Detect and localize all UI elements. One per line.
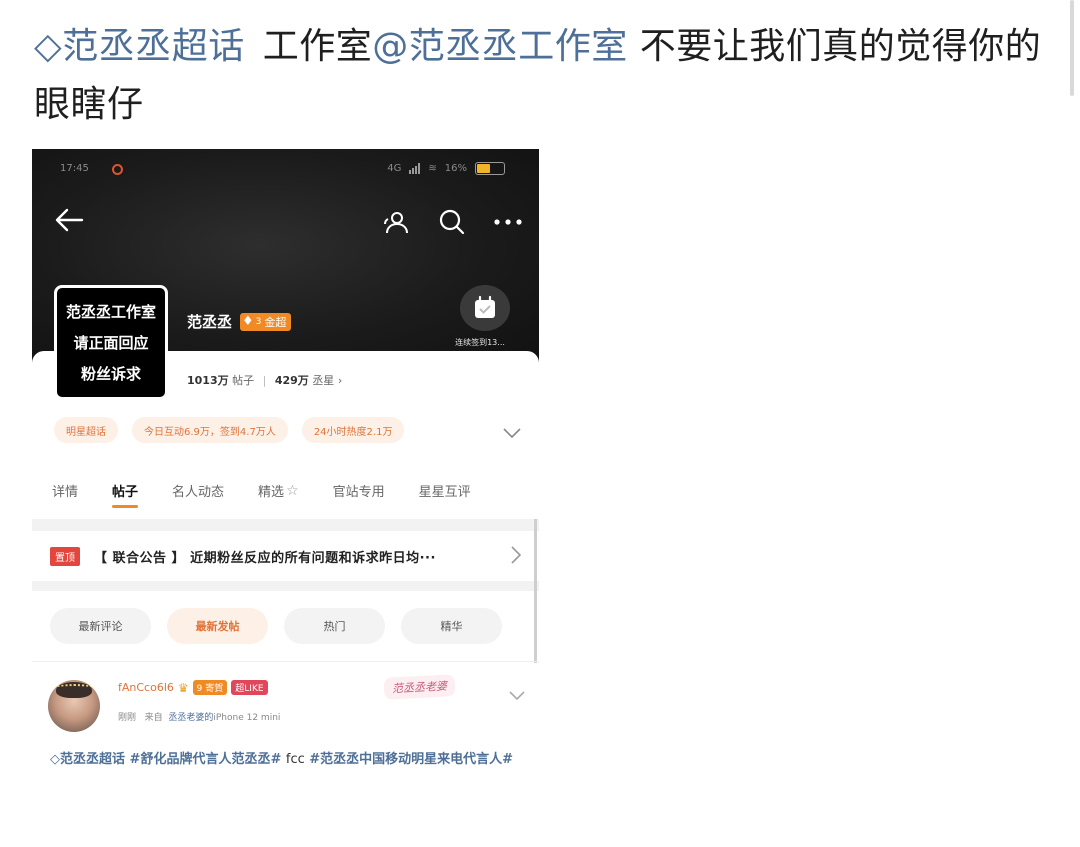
tab-review[interactable]: 星星互评: [419, 481, 471, 500]
signin-button[interactable]: 连续签到13...: [455, 285, 513, 348]
post-text: ◇范丞丞超话 工作室@范丞丞工作室 不要让我们真的觉得你的眼瞎仔: [34, 18, 1044, 134]
star-icon: ☆: [286, 482, 299, 499]
more-icon[interactable]: [491, 205, 525, 239]
post-meta: 刚刚 来自 丞丞老婆的iPhone 12 mini: [118, 710, 280, 723]
badge-level: 3: [255, 316, 262, 327]
post-text-a: 工作室: [262, 26, 373, 67]
chevron-down-icon[interactable]: [503, 423, 521, 442]
page-scrollbar[interactable]: [1070, 0, 1074, 96]
record-icon: [112, 164, 123, 175]
back-arrow-icon[interactable]: [54, 207, 88, 237]
battery-icon: [475, 162, 505, 175]
fans-count: 429万: [274, 374, 309, 387]
avatar-line-1: 范丞丞工作室: [65, 303, 156, 321]
filter-latest-post[interactable]: 最新发帖: [167, 608, 268, 644]
signin-label: 连续签到13...: [455, 338, 505, 347]
hashtag-2[interactable]: #范丞丞中国移动明星来电代言人#: [309, 752, 513, 767]
embedded-screenshot[interactable]: 17:45 4G ≋ 16% 范丞丞工作室 请正面回应 粉丝诉求 范丞丞 ♦ 3…: [32, 149, 539, 819]
chevron-down-icon[interactable]: [509, 686, 525, 705]
decorative-sticker: 范丞丞老婆: [383, 674, 456, 700]
post-time: 刚刚: [118, 713, 137, 723]
posts-label: 帖子: [232, 374, 255, 387]
chevron-right-icon: ›: [337, 374, 343, 387]
diamond-icon: ◇: [34, 26, 63, 67]
status-time: 17:45: [60, 163, 89, 174]
diamond-icon: ◇: [50, 752, 60, 767]
gold-badge[interactable]: ♦ 3 金超: [240, 312, 292, 331]
profile-avatar[interactable]: 范丞丞工作室 请正面回应 粉丝诉求: [54, 285, 168, 400]
chip-heat[interactable]: 24小时热度2.1万: [301, 417, 405, 443]
tab-featured[interactable]: 精选 ☆: [258, 481, 299, 501]
supertopic-link[interactable]: ◇范丞丞超话: [34, 26, 245, 67]
tab-featured-label: 精选: [258, 485, 285, 500]
pinned-badge: 置顶: [50, 546, 80, 566]
hashtag-1[interactable]: #舒化品牌代言人范丞丞#: [130, 752, 282, 767]
network-label: 4G: [387, 163, 402, 174]
chip-interaction[interactable]: 今日互动6.9万，签到4.7万人: [132, 417, 288, 443]
feed-post[interactable]: fAnCco6l6 ♛ 9 寄賀 超LIKE 刚刚 来自 丞丞老婆的iPhone…: [32, 662, 539, 819]
filter-latest-comment[interactable]: 最新评论: [50, 608, 151, 644]
level-num: 9: [196, 684, 203, 694]
tab-details[interactable]: 详情: [52, 481, 78, 500]
profile-stats[interactable]: 1013万 帖子 | 429万 丞星 ›: [187, 372, 342, 388]
posts-count: 1013万: [187, 374, 229, 387]
section-gap: [32, 581, 539, 591]
tab-celebrity[interactable]: 名人动态: [172, 481, 224, 500]
mention-link[interactable]: @范丞丞工作室: [372, 26, 628, 67]
tab-official[interactable]: 官站专用: [333, 481, 385, 500]
group-chat-icon[interactable]: [379, 205, 413, 239]
post-plain-text: fcc: [285, 752, 305, 767]
post-source-device: iPhone 12 mini: [213, 713, 281, 723]
post-username[interactable]: fAnCco6l6: [118, 681, 174, 694]
crown-icon: ♛: [177, 680, 189, 695]
calendar-check-icon: [460, 285, 510, 331]
post-body: ◇范丞丞超话 #舒化品牌代言人范丞丞# fcc #范丞丞中国移动明星来电代言人#: [50, 746, 530, 774]
badge-label: 金超: [264, 315, 287, 329]
gem-icon: ♦: [242, 314, 254, 329]
fans-label: 丞星: [312, 374, 335, 387]
section-gap: [32, 519, 539, 531]
inner-scrollbar[interactable]: [534, 519, 537, 663]
pinned-announcement[interactable]: 置顶 【 联合公告 】 近期粉丝反应的所有问题和诉求昨日均···: [32, 531, 539, 581]
tab-posts[interactable]: 帖子: [112, 481, 139, 508]
profile-name: 范丞丞: [187, 313, 233, 331]
signal-icon: [409, 163, 421, 174]
avatar-line-3: 粉丝诉求: [80, 365, 141, 383]
post-from: 来自: [144, 713, 163, 723]
level-badge: 9 寄賀: [192, 680, 228, 695]
status-bar: 17:45 4G ≋ 16%: [32, 161, 539, 179]
like-badge: 超LIKE: [231, 680, 268, 695]
avatar-line-2: 请正面回应: [73, 334, 149, 352]
level-text: 寄賀: [205, 684, 224, 694]
battery-label: 16%: [444, 163, 467, 174]
post-source-highlight[interactable]: 丞丞老婆的: [168, 713, 213, 723]
filter-essence[interactable]: 精华: [401, 608, 502, 644]
search-icon[interactable]: [435, 205, 469, 239]
chip-category[interactable]: 明星超话: [54, 417, 118, 443]
wifi-icon: ≋: [428, 163, 437, 174]
filter-hot[interactable]: 热门: [284, 608, 385, 644]
user-avatar[interactable]: [48, 680, 100, 732]
chevron-right-icon: [511, 546, 522, 568]
tab-bar: 详情 帖子 名人动态 精选 ☆ 官站专用 星星互评: [52, 481, 539, 508]
pinned-text: 【 联合公告 】 近期粉丝反应的所有问题和诉求昨日均···: [94, 550, 436, 566]
supertopic-tag[interactable]: ◇范丞丞超话: [50, 752, 125, 767]
